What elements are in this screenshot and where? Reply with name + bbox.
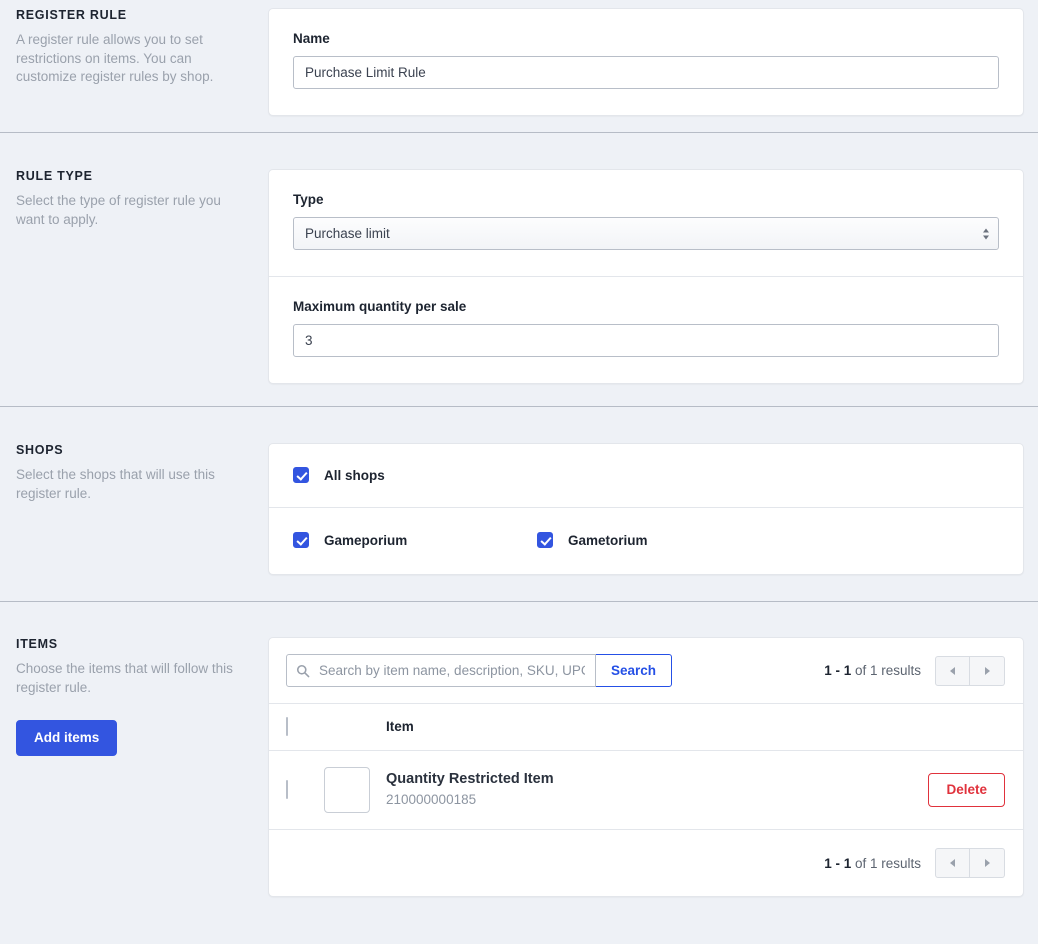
chevron-right-icon — [984, 666, 990, 675]
table-row: Quantity Restricted Item 210000000185 De… — [269, 751, 1023, 829]
shop-label-gameporium: Gameporium — [324, 532, 408, 548]
shop-list-block: Gameporium Gametorium — [269, 508, 1023, 574]
row-select-cell — [286, 780, 324, 799]
items-table-header: Item — [269, 704, 1023, 750]
rule-type-content: Type Maximum quantity per sale — [268, 169, 1024, 384]
max-quantity-label: Maximum quantity per sale — [293, 299, 467, 314]
section-items: ITEMS Choose the items that will follow … — [0, 602, 1038, 907]
pagination-buttons-top — [935, 655, 1005, 686]
name-field-block: Name — [269, 9, 1023, 115]
shops-title: SHOPS — [16, 443, 64, 457]
item-thumbnail — [324, 767, 370, 813]
shop-checkbox-gameporium[interactable] — [293, 532, 309, 548]
chevron-right-icon — [984, 859, 990, 867]
max-qty-field-block: Maximum quantity per sale — [269, 277, 1023, 383]
all-shops-checkbox[interactable] — [293, 467, 309, 483]
all-shops-row[interactable]: All shops — [293, 467, 999, 483]
max-quantity-input[interactable] — [293, 324, 999, 357]
column-header-item: Item — [386, 719, 414, 734]
items-title: ITEMS — [16, 637, 58, 651]
pagination-prev-button-top[interactable] — [935, 655, 970, 686]
shop-label-gametorium: Gametorium — [568, 532, 648, 548]
rule-type-title: RULE TYPE — [16, 169, 93, 183]
section-rule-type: RULE TYPE Select the type of register ru… — [0, 133, 1038, 406]
items-pagination-top: 1 - 1 of 1 results — [824, 655, 1005, 686]
type-select-wrap[interactable] — [293, 217, 999, 250]
delete-button[interactable]: Delete — [928, 773, 1005, 807]
name-input[interactable] — [293, 56, 999, 89]
items-card: Search 1 - 1 of 1 results — [268, 637, 1024, 897]
type-field-block: Type — [269, 170, 1023, 276]
pagination-suffix-top: of 1 results — [854, 663, 921, 678]
type-label: Type — [293, 192, 324, 207]
rule-type-side: RULE TYPE Select the type of register ru… — [16, 169, 268, 384]
row-action-cell: Delete — [928, 773, 1005, 807]
pagination-suffix-bottom: of 1 results — [854, 855, 921, 871]
items-description: Choose the items that will follow this r… — [16, 661, 233, 695]
add-items-button[interactable]: Add items — [16, 720, 118, 756]
shop-row-gameporium[interactable]: Gameporium — [293, 532, 537, 548]
pagination-next-button-top[interactable] — [970, 655, 1005, 686]
rule-type-description: Select the type of register rule you wan… — [16, 193, 221, 227]
register-rule-title: REGISTER RULE — [16, 8, 127, 22]
row-item-cell: Quantity Restricted Item 210000000185 — [386, 770, 928, 809]
items-search-wrap — [286, 654, 596, 687]
register-rule-description: A register rule allows you to set restri… — [16, 32, 214, 84]
items-pagination-bottom: 1 - 1 of 1 results — [286, 848, 1005, 878]
row-checkbox[interactable] — [286, 780, 288, 799]
items-content: Search 1 - 1 of 1 results — [268, 637, 1024, 897]
section-shops: SHOPS Select the shops that will use thi… — [0, 407, 1038, 601]
pagination-range-bottom: 1 - 1 — [824, 855, 852, 871]
item-sku: 210000000185 — [386, 792, 477, 808]
items-side: ITEMS Choose the items that will follow … — [16, 637, 268, 897]
shops-description: Select the shops that will use this regi… — [16, 467, 215, 501]
register-rule-side: REGISTER RULE A register rule allows you… — [16, 8, 268, 116]
header-item-cell: Item — [386, 718, 1005, 736]
items-footer: 1 - 1 of 1 results — [269, 830, 1023, 896]
shops-card: All shops Gameporium Gametorium — [268, 443, 1024, 575]
rule-type-card: Type Maximum quantity per sale — [268, 169, 1024, 384]
register-rule-content: Name — [268, 8, 1024, 116]
shop-checkbox-gametorium[interactable] — [537, 532, 553, 548]
header-select-all-cell — [286, 717, 324, 736]
pagination-range-top: 1 - 1 — [824, 663, 852, 678]
pagination-summary-bottom: 1 - 1 of 1 results — [824, 856, 921, 871]
section-register-rule: REGISTER RULE A register rule allows you… — [0, 0, 1038, 132]
chevron-left-icon — [950, 666, 955, 675]
all-shops-block: All shops — [269, 444, 1023, 507]
pagination-buttons-bottom — [935, 848, 1005, 878]
items-toolbar: Search 1 - 1 of 1 results — [269, 638, 1023, 703]
type-select[interactable] — [293, 217, 999, 250]
shop-row-gametorium[interactable]: Gametorium — [537, 532, 999, 548]
name-label: Name — [293, 31, 330, 46]
pagination-summary-top: 1 - 1 of 1 results — [824, 663, 921, 678]
chevron-left-icon — [950, 859, 955, 867]
shops-content: All shops Gameporium Gametorium — [268, 443, 1024, 575]
row-thumb-cell — [324, 767, 386, 813]
pagination-next-button-bottom[interactable] — [970, 848, 1005, 878]
all-shops-label: All shops — [324, 467, 385, 483]
items-search-button[interactable]: Search — [595, 654, 673, 687]
item-name: Quantity Restricted Item — [386, 771, 554, 788]
select-all-checkbox[interactable] — [286, 717, 288, 736]
items-search-input[interactable] — [286, 654, 596, 687]
pagination-prev-button-bottom[interactable] — [935, 848, 970, 878]
register-rule-card: Name — [268, 8, 1024, 116]
shops-side: SHOPS Select the shops that will use thi… — [16, 443, 268, 575]
register-rule-page: REGISTER RULE A register rule allows you… — [0, 0, 1038, 944]
